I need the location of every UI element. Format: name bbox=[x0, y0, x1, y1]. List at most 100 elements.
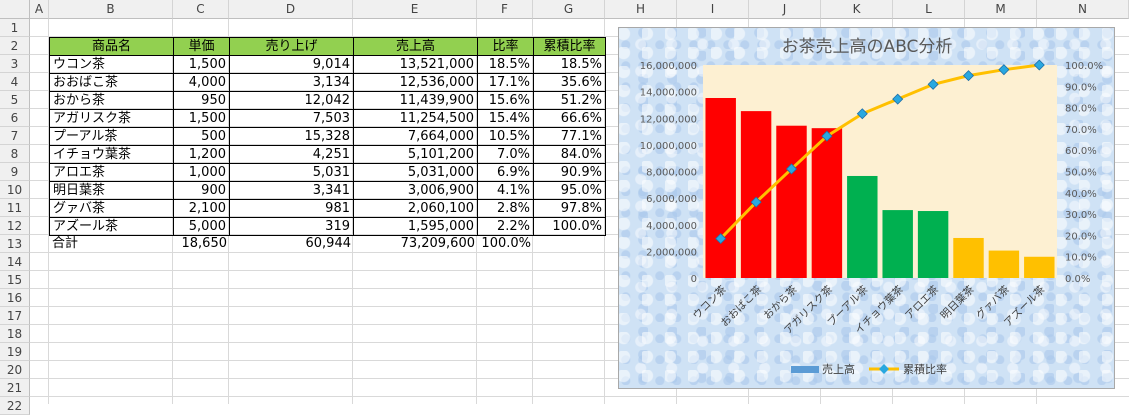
table-header-cell[interactable]: 商品名 bbox=[49, 37, 174, 56]
column-header-g[interactable]: G bbox=[533, 0, 605, 19]
column-header-c[interactable]: C bbox=[173, 0, 229, 19]
table-cell[interactable]: 11,254,500 bbox=[353, 109, 478, 128]
table-cell[interactable]: 5,031 bbox=[229, 163, 354, 182]
table-cell[interactable]: 2.8% bbox=[477, 199, 534, 218]
table-cell[interactable]: アロエ茶 bbox=[49, 163, 174, 182]
table-cell[interactable]: 900 bbox=[173, 181, 230, 200]
bar-5[interactable] bbox=[847, 175, 878, 278]
row-header-14[interactable]: 14 bbox=[0, 253, 30, 271]
row-header-8[interactable]: 8 bbox=[0, 145, 30, 163]
row-header-1[interactable]: 1 bbox=[0, 19, 30, 37]
row-header-17[interactable]: 17 bbox=[0, 307, 30, 325]
bar-3[interactable] bbox=[776, 125, 807, 278]
table-cell[interactable]: 3,341 bbox=[229, 181, 354, 200]
column-header-n[interactable]: N bbox=[1037, 0, 1129, 19]
row-header-22[interactable]: 22 bbox=[0, 397, 30, 415]
row-header-3[interactable]: 3 bbox=[0, 55, 30, 73]
table-cell[interactable]: 319 bbox=[229, 217, 354, 236]
table-cell[interactable]: 2,100 bbox=[173, 199, 230, 218]
table-header-cell[interactable]: 売上高 bbox=[353, 37, 478, 56]
row-header-16[interactable]: 16 bbox=[0, 289, 30, 307]
abc-analysis-chart[interactable]: お茶売上高のABC分析 0 2,000,000 4,000,000 6,000,000 8… bbox=[618, 27, 1115, 389]
table-cell[interactable]: 7.0% bbox=[477, 145, 534, 164]
table-cell[interactable]: 12,042 bbox=[229, 91, 354, 110]
bar-8[interactable] bbox=[953, 237, 984, 278]
row-header-20[interactable]: 20 bbox=[0, 361, 30, 379]
total-cell[interactable]: 73,209,600 bbox=[353, 235, 478, 254]
table-cell[interactable]: 981 bbox=[229, 199, 354, 218]
row-header-10[interactable]: 10 bbox=[0, 181, 30, 199]
table-cell[interactable]: 11,439,900 bbox=[353, 91, 478, 110]
table-cell[interactable]: 15,328 bbox=[229, 127, 354, 146]
bar-1[interactable] bbox=[705, 98, 736, 279]
row-header-11[interactable]: 11 bbox=[0, 199, 30, 217]
table-header-cell[interactable]: 売り上げ bbox=[229, 37, 354, 56]
table-cell[interactable]: 1,200 bbox=[173, 145, 230, 164]
table-cell[interactable]: 95.0% bbox=[533, 181, 606, 200]
table-cell[interactable]: 9,014 bbox=[229, 55, 354, 74]
table-cell[interactable]: 1,500 bbox=[173, 109, 230, 128]
table-cell[interactable]: 7,503 bbox=[229, 109, 354, 128]
table-cell[interactable]: 7,664,000 bbox=[353, 127, 478, 146]
table-cell[interactable]: 2,060,100 bbox=[353, 199, 478, 218]
column-header-m[interactable]: M bbox=[965, 0, 1037, 19]
table-cell[interactable]: 10.5% bbox=[477, 127, 534, 146]
column-header-i[interactable]: I bbox=[677, 0, 749, 19]
table-cell[interactable]: 2.2% bbox=[477, 217, 534, 236]
bar-2[interactable] bbox=[740, 111, 772, 278]
table-cell[interactable]: 950 bbox=[173, 91, 230, 110]
bar-6[interactable] bbox=[882, 210, 913, 278]
total-cell[interactable]: 合計 bbox=[49, 235, 174, 254]
table-header-cell[interactable]: 単価 bbox=[173, 37, 230, 56]
table-cell[interactable]: 90.9% bbox=[533, 163, 606, 182]
total-cell[interactable]: 100.0% bbox=[477, 235, 534, 254]
table-cell[interactable]: 3,006,900 bbox=[353, 181, 478, 200]
column-header-h[interactable]: H bbox=[605, 0, 677, 19]
column-header-j[interactable]: J bbox=[749, 0, 821, 19]
table-cell[interactable]: おおばこ茶 bbox=[49, 73, 174, 92]
column-header-l[interactable]: L bbox=[893, 0, 965, 19]
table-cell[interactable]: イチョウ葉茶 bbox=[49, 145, 174, 164]
table-cell[interactable]: 4.1% bbox=[477, 181, 534, 200]
table-cell[interactable]: 35.6% bbox=[533, 73, 606, 92]
bar-7[interactable] bbox=[917, 211, 949, 278]
table-cell[interactable]: 97.8% bbox=[533, 199, 606, 218]
table-header-cell[interactable]: 比率 bbox=[477, 37, 534, 56]
table-cell[interactable]: ウコン茶 bbox=[49, 55, 174, 74]
column-header-f[interactable]: F bbox=[477, 0, 533, 19]
table-cell[interactable]: 4,251 bbox=[229, 145, 354, 164]
table-cell[interactable]: 5,101,200 bbox=[353, 145, 478, 164]
row-header-9[interactable]: 9 bbox=[0, 163, 30, 181]
table-cell[interactable]: 66.6% bbox=[533, 109, 606, 128]
column-header-a[interactable]: A bbox=[30, 0, 49, 19]
table-cell[interactable]: 6.9% bbox=[477, 163, 534, 182]
table-cell[interactable]: 13,521,000 bbox=[353, 55, 478, 74]
table-cell[interactable]: 15.6% bbox=[477, 91, 534, 110]
table-cell[interactable]: 5,000 bbox=[173, 217, 230, 236]
column-header-e[interactable]: E bbox=[353, 0, 477, 19]
row-header-6[interactable]: 6 bbox=[0, 109, 30, 127]
row-header-18[interactable]: 18 bbox=[0, 325, 30, 343]
select-all-corner[interactable] bbox=[0, 0, 30, 19]
table-cell[interactable]: グァバ茶 bbox=[49, 199, 174, 218]
column-header-b[interactable]: B bbox=[49, 0, 173, 19]
table-cell[interactable]: 明日葉茶 bbox=[49, 181, 174, 200]
bar-4[interactable] bbox=[811, 128, 843, 278]
bar-9[interactable] bbox=[988, 250, 1020, 278]
table-cell[interactable]: アガリスク茶 bbox=[49, 109, 174, 128]
table-cell[interactable]: 1,595,000 bbox=[353, 217, 478, 236]
row-header-5[interactable]: 5 bbox=[0, 91, 30, 109]
row-header-19[interactable]: 19 bbox=[0, 343, 30, 361]
table-cell[interactable]: 100.0% bbox=[533, 217, 606, 236]
table-cell[interactable]: 17.1% bbox=[477, 73, 534, 92]
total-cell[interactable]: 18,650 bbox=[173, 235, 230, 254]
row-header-15[interactable]: 15 bbox=[0, 271, 30, 289]
table-cell[interactable]: 5,031,000 bbox=[353, 163, 478, 182]
table-cell[interactable]: アズール茶 bbox=[49, 217, 174, 236]
table-cell[interactable]: 3,134 bbox=[229, 73, 354, 92]
row-header-7[interactable]: 7 bbox=[0, 127, 30, 145]
table-cell[interactable]: プーアル茶 bbox=[49, 127, 174, 146]
table-cell[interactable]: 51.2% bbox=[533, 91, 606, 110]
table-cell[interactable]: おから茶 bbox=[49, 91, 174, 110]
table-cell[interactable]: 18.5% bbox=[533, 55, 606, 74]
